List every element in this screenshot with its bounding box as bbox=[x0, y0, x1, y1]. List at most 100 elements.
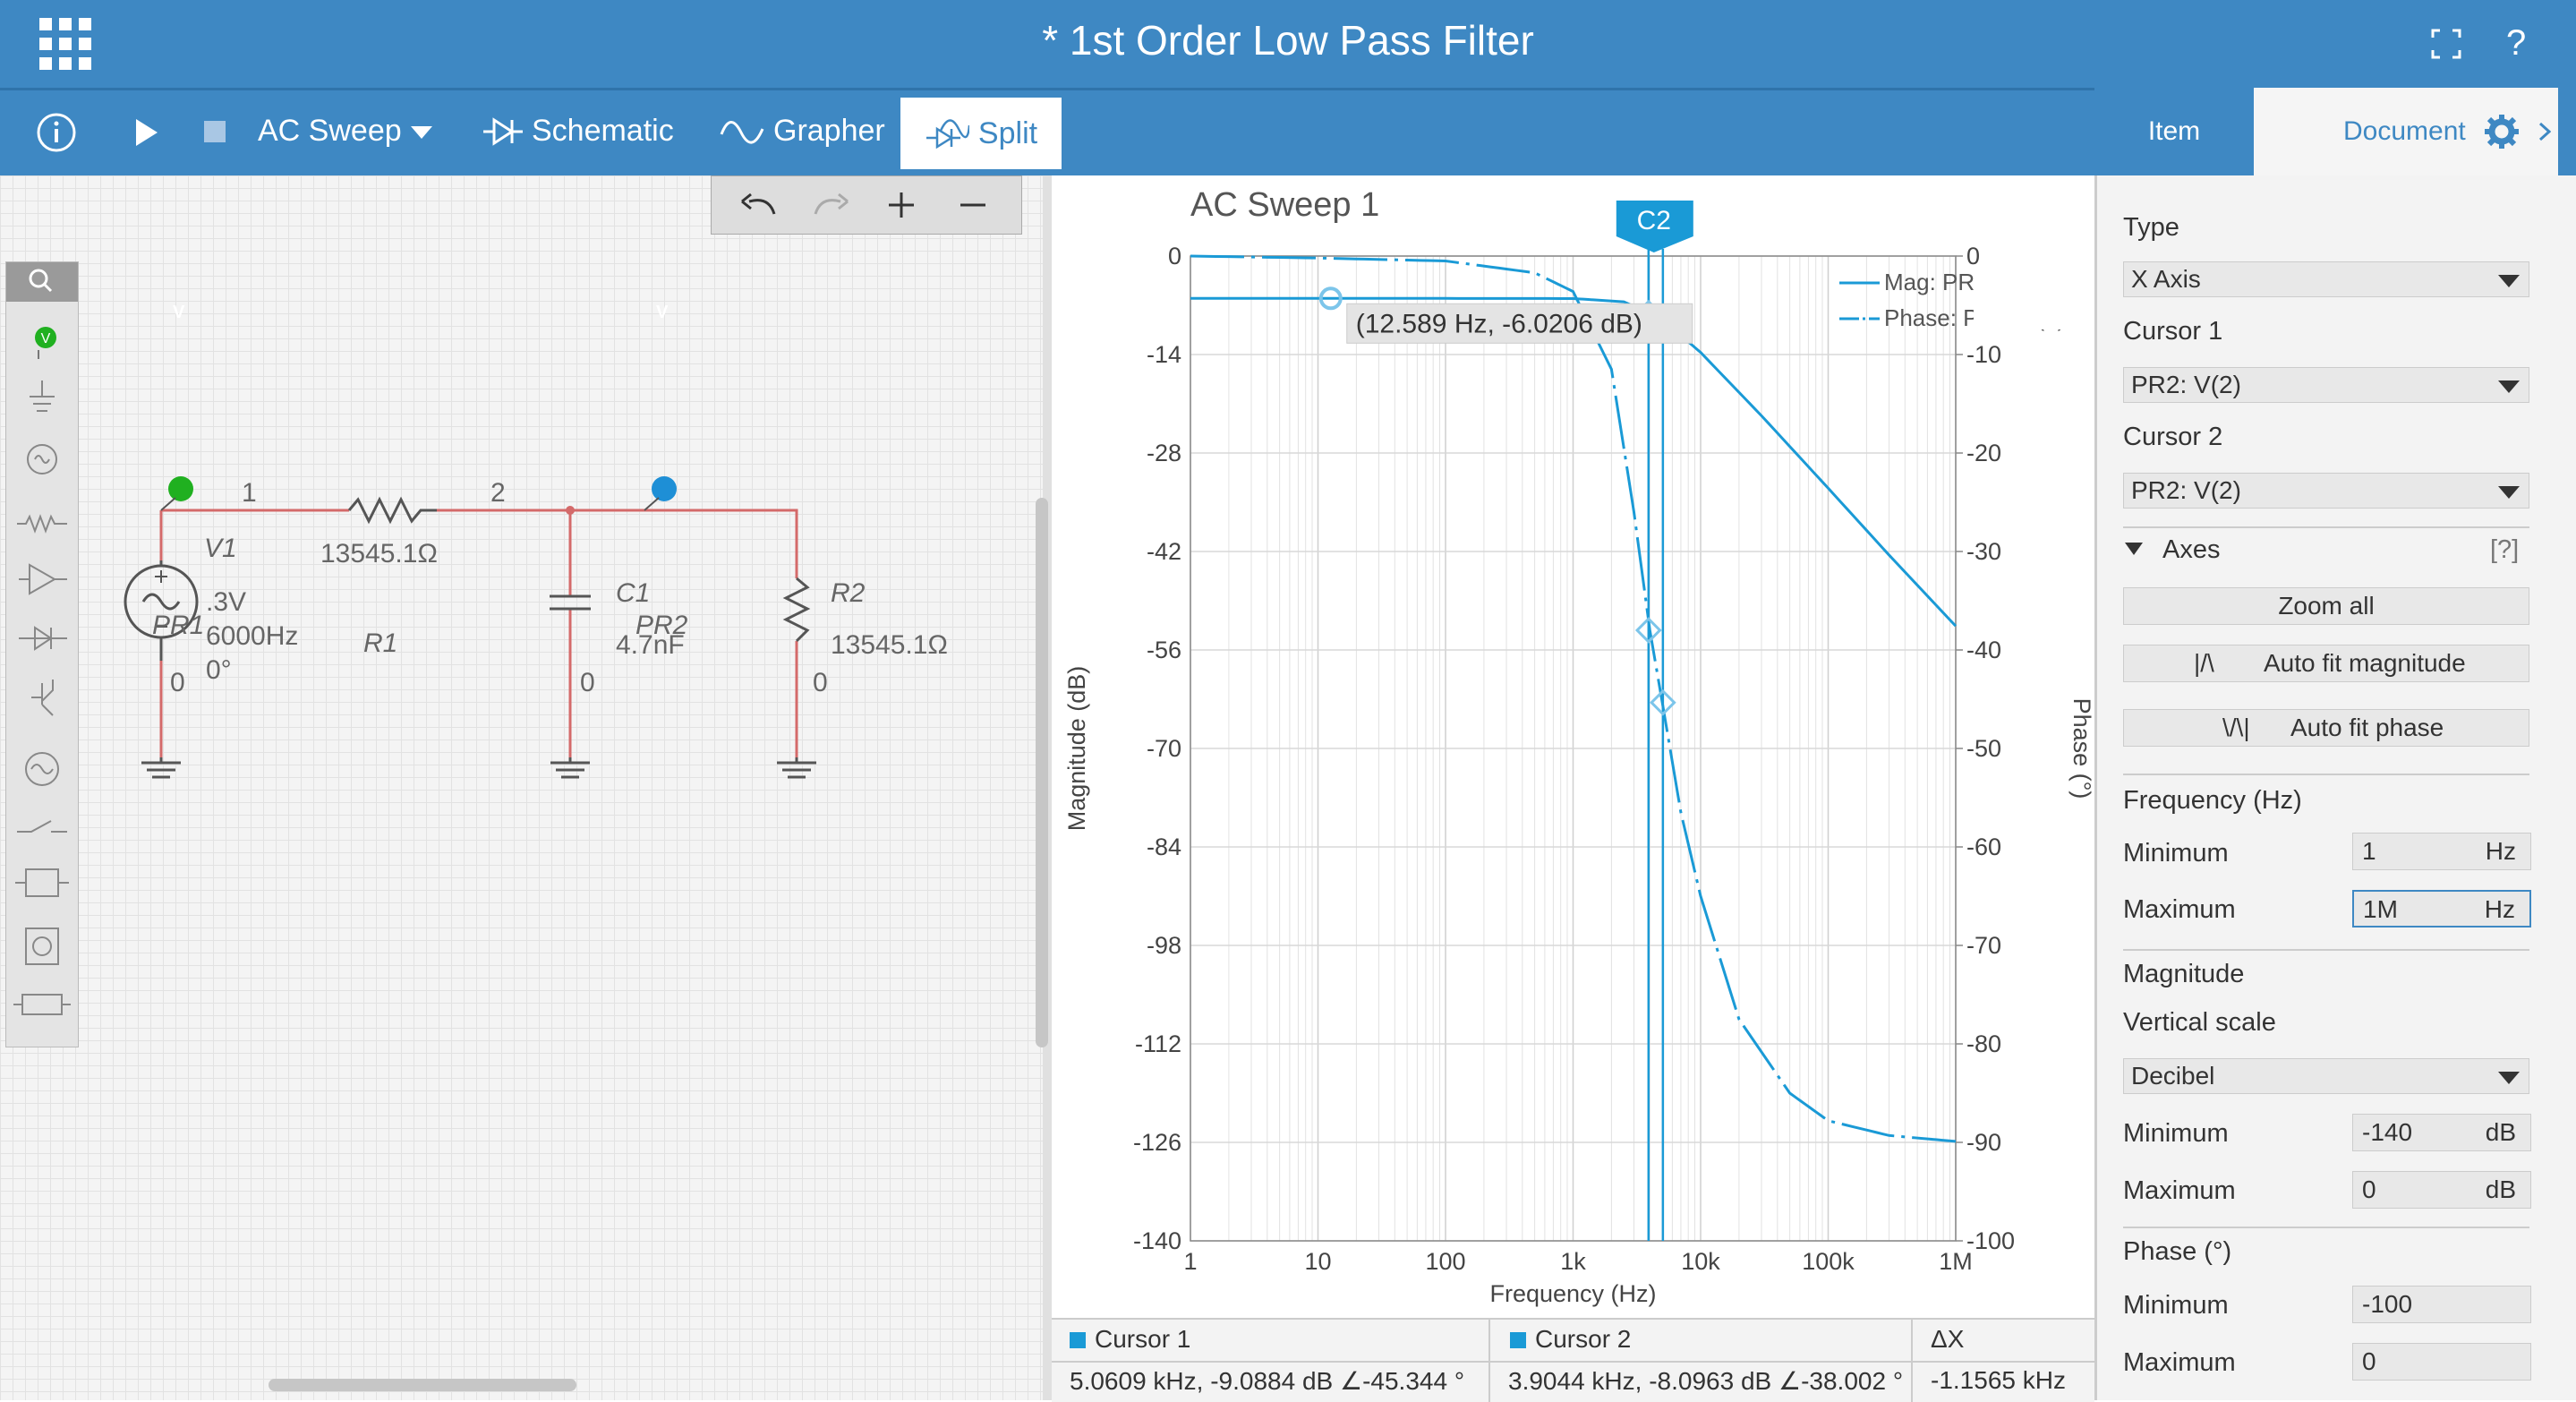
chevron-down-icon bbox=[2498, 380, 2520, 393]
hz-unit: Hz bbox=[2484, 895, 2515, 923]
grapher-panel: AC Sweep 1 1 10 100 1k 10k 100k 1M 0 -14 -28 -42 -56… bbox=[1052, 175, 2095, 1321]
circuit-diagram bbox=[124, 476, 816, 779]
y2-tick-label: -100 bbox=[1966, 1227, 2015, 1254]
vertical-scrollbar[interactable] bbox=[1036, 498, 1048, 1047]
horizontal-scrollbar[interactable] bbox=[269, 1379, 576, 1391]
gear-icon[interactable] bbox=[2483, 113, 2521, 150]
y2-tick-label: -30 bbox=[1966, 538, 2001, 565]
chevron-down-icon bbox=[2498, 1072, 2520, 1084]
analysis-dropdown[interactable]: AC Sweep bbox=[258, 114, 432, 149]
zoom-all-button[interactable]: Zoom all bbox=[2123, 587, 2529, 625]
phase-max-input[interactable]: 0 bbox=[2352, 1343, 2531, 1381]
divider bbox=[2123, 949, 2529, 951]
y2-axis-label: Phase (°) bbox=[2068, 698, 2094, 799]
fullscreen-icon[interactable] bbox=[2431, 29, 2461, 59]
r2-value: 13545.1Ω bbox=[831, 630, 948, 660]
divider bbox=[2123, 526, 2529, 528]
tab-schematic[interactable]: Schematic bbox=[483, 114, 674, 149]
tab-split[interactable]: Split bbox=[900, 98, 1062, 169]
y-tick-label: -42 bbox=[1147, 538, 1181, 565]
c1-symbol bbox=[550, 594, 591, 611]
stop-icon[interactable] bbox=[204, 121, 226, 142]
type-label: Type bbox=[2123, 213, 2179, 242]
freq-max-input[interactable]: 1M Hz bbox=[2352, 890, 2531, 928]
auto-fit-phase-label: Auto fit phase bbox=[2290, 714, 2444, 741]
node-2: 2 bbox=[490, 478, 506, 508]
probe-pr1-label: V bbox=[173, 303, 185, 322]
y2-tick-label: -80 bbox=[1966, 1030, 2001, 1057]
auto-fit-magnitude-button[interactable]: |/\ Auto fit magnitude bbox=[2123, 645, 2529, 682]
tab-document-label: Document bbox=[2343, 116, 2466, 146]
y2-tick-label: -70 bbox=[1966, 932, 2001, 959]
chevron-down-icon bbox=[2498, 486, 2520, 499]
divider bbox=[1052, 1361, 2094, 1363]
mag-max-input[interactable]: 0 dB bbox=[2352, 1171, 2531, 1209]
mag-min-input[interactable]: -140 dB bbox=[2352, 1114, 2531, 1151]
tooltip-text: (12.589 Hz, -6.0206 dB) bbox=[1356, 309, 1642, 338]
cursor2-swatch bbox=[1510, 1332, 1526, 1348]
cursor2-flag-label: C2 bbox=[1637, 206, 1671, 235]
split-divider[interactable] bbox=[1036, 175, 1052, 1400]
x-axis-label: Frequency (Hz) bbox=[1489, 1280, 1656, 1307]
v1-amplitude: .3V bbox=[206, 587, 247, 617]
db-unit: dB bbox=[2485, 1175, 2516, 1203]
tab-item[interactable]: Item bbox=[2094, 88, 2254, 175]
collapse-icon[interactable] bbox=[2125, 543, 2143, 555]
y-tick-label: -70 bbox=[1147, 735, 1181, 762]
probe-pr2 bbox=[652, 476, 677, 501]
r1-value: 13545.1Ω bbox=[320, 539, 438, 568]
cursor1-swatch bbox=[1070, 1332, 1086, 1348]
panel-tabs: Item Document bbox=[2094, 88, 2576, 175]
y2-tick-label: -10 bbox=[1966, 341, 2001, 368]
help-link[interactable]: [?] bbox=[2490, 535, 2519, 565]
auto-fit-magnitude-label: Auto fit magnitude bbox=[2264, 649, 2466, 677]
y-tick-label: -28 bbox=[1147, 440, 1181, 466]
tab-grapher-label: Grapher bbox=[773, 114, 885, 148]
axes-label: Axes bbox=[2162, 535, 2221, 564]
r2-symbol bbox=[782, 577, 811, 643]
chevron-right-icon[interactable] bbox=[2538, 122, 2551, 141]
vscale-select[interactable]: Decibel bbox=[2123, 1058, 2529, 1094]
ac-sweep-chart[interactable]: AC Sweep 11 10 100 1k 10k 100k 1M0-14-28-42-56… bbox=[1052, 175, 2095, 1318]
pr1-label: PR1 bbox=[152, 611, 205, 640]
mag-max-value: 0 bbox=[2362, 1175, 2376, 1203]
help-icon[interactable]: ? bbox=[2506, 23, 2526, 64]
split-icon bbox=[925, 119, 969, 149]
tab-document[interactable]: Document bbox=[2254, 88, 2558, 175]
y2-tick-label: -50 bbox=[1966, 735, 2001, 762]
mag-min-value: -140 bbox=[2362, 1118, 2413, 1146]
diode-icon bbox=[483, 116, 523, 146]
r2-label: R2 bbox=[831, 578, 866, 608]
cursor2-label: Cursor 2 bbox=[2123, 423, 2223, 451]
cursor-table: Cursor 1 Cursor 2 ΔX 5.0609 kHz, -9.0884… bbox=[1052, 1318, 2094, 1402]
v1-label: V1 bbox=[204, 534, 237, 563]
cursor2-select[interactable]: PR2: V(2) bbox=[2123, 473, 2529, 509]
type-select[interactable]: X Axis bbox=[2123, 261, 2529, 297]
auto-fit-phase-button[interactable]: \/\| Auto fit phase bbox=[2123, 709, 2529, 747]
x-tick-label: 100 bbox=[1425, 1248, 1465, 1275]
x-tick-label: 1k bbox=[1560, 1248, 1586, 1275]
phase-max-label: Maximum bbox=[2123, 1348, 2236, 1377]
cursor2-value: PR2: V(2) bbox=[2131, 476, 2241, 504]
x-tick-label: 1 bbox=[1183, 1248, 1197, 1275]
tab-schematic-label: Schematic bbox=[532, 114, 674, 148]
info-icon[interactable] bbox=[36, 112, 77, 153]
y-tick-label: -14 bbox=[1147, 341, 1181, 368]
cursor2-header: Cursor 2 bbox=[1535, 1325, 1632, 1353]
phase-min-input[interactable]: -100 bbox=[2352, 1286, 2531, 1323]
magnitude-label: Magnitude bbox=[2123, 960, 2245, 988]
y-tick-label: -56 bbox=[1147, 637, 1181, 663]
cursor1-select[interactable]: PR2: V(2) bbox=[2123, 367, 2529, 403]
play-icon[interactable] bbox=[134, 119, 159, 146]
hz-unit: Hz bbox=[2485, 837, 2516, 865]
mag-min-label: Minimum bbox=[2123, 1119, 2229, 1148]
y2-tick-label: -60 bbox=[1966, 834, 2001, 860]
y-tick-label: 0 bbox=[1168, 243, 1181, 269]
chevron-down-icon bbox=[410, 125, 432, 139]
phase-max-value: 0 bbox=[2362, 1347, 2376, 1375]
y-tick-label: -112 bbox=[1135, 1030, 1181, 1057]
db-unit: dB bbox=[2485, 1118, 2516, 1146]
tab-grapher[interactable]: Grapher bbox=[720, 114, 885, 149]
y2-tick-label: -20 bbox=[1966, 440, 2001, 466]
freq-min-input[interactable]: 1 Hz bbox=[2352, 833, 2531, 870]
